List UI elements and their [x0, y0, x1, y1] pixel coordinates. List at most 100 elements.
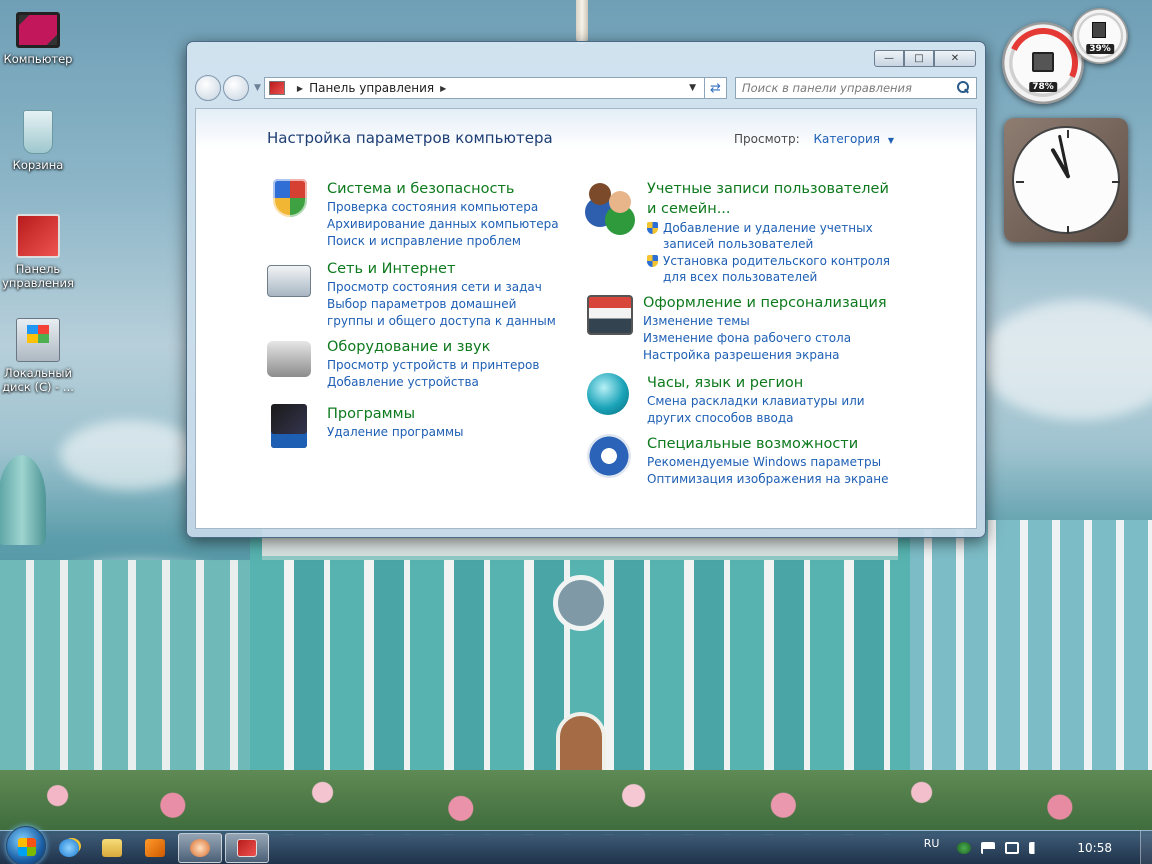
breadcrumb-arrow-icon[interactable]: ▶ [297, 84, 303, 93]
maximize-button[interactable]: □ [904, 50, 934, 67]
category-programs: Программы Удаление программы [267, 404, 464, 448]
cpu-percent: 78% [1029, 82, 1057, 92]
category-title-link[interactable]: Специальные возможности [647, 436, 858, 452]
clock-gadget[interactable] [1004, 118, 1128, 242]
wallpaper-flowers [0, 770, 1152, 834]
taskbar-internet-explorer[interactable] [49, 833, 89, 863]
clock-tick [1016, 181, 1024, 183]
network-icon[interactable] [1005, 842, 1020, 854]
task-link[interactable]: Поиск и исправление проблем [327, 233, 559, 250]
category-title-link[interactable]: Оборудование и звук [327, 339, 490, 355]
computer-icon [16, 12, 60, 48]
category-title-link[interactable]: Оформление и персонализация [643, 295, 887, 311]
show-desktop-button[interactable] [1140, 831, 1152, 864]
category-title-link[interactable]: Часы, язык и регион [647, 375, 803, 391]
clock-time[interactable]: 10:58 [1077, 841, 1112, 855]
category-user-accounts: Учетные записи пользователей и семейн...… [587, 179, 897, 285]
maximize-icon: □ [914, 53, 924, 64]
window-controls: — □ ✕ [874, 50, 976, 67]
recent-pages-chevron-icon[interactable]: ▼ [254, 83, 261, 93]
taskbar-explorer[interactable] [92, 833, 132, 863]
search-box[interactable] [735, 77, 977, 99]
category-clock-language-region: Часы, язык и регион Смена раскладки клав… [587, 373, 883, 427]
breadcrumb-control-panel[interactable]: Панель управления [309, 81, 434, 95]
security-shield-icon[interactable] [273, 179, 307, 217]
appearance-palette-icon[interactable] [587, 295, 633, 335]
globe-clock-icon[interactable] [587, 373, 629, 415]
language-indicator[interactable]: RU [924, 837, 940, 850]
task-link[interactable]: Удаление программы [327, 424, 464, 441]
task-link[interactable]: Выбор параметров домашней группы и общег… [327, 296, 563, 330]
search-icon[interactable] [956, 81, 970, 95]
task-link[interactable]: Оптимизация изображения на экране [647, 471, 888, 488]
control-panel-content: Настройка параметров компьютера Просмотр… [195, 108, 977, 529]
breadcrumb-arrow-icon[interactable]: ▶ [440, 84, 446, 93]
users-icon[interactable] [587, 179, 637, 225]
clock-tick [1067, 130, 1069, 138]
control-panel-icon [16, 214, 60, 258]
address-dropdown-chevron-icon[interactable]: ▼ [689, 83, 696, 93]
taskbar-control-panel[interactable] [225, 832, 269, 863]
clock-tick [1067, 226, 1069, 234]
view-selector: Просмотр: Категория ▼ [734, 132, 894, 146]
category-appearance: Оформление и персонализация Изменение те… [587, 293, 887, 364]
category-title-link[interactable]: Учетные записи пользователей и семейн... [647, 181, 889, 217]
action-center-flag-icon[interactable] [981, 842, 996, 854]
task-link[interactable]: Просмотр устройств и принтеров [327, 357, 539, 374]
category-ease-of-access: Специальные возможности Рекомендуемые Wi… [587, 434, 888, 488]
task-link-admin[interactable]: Установка родительского контроля для все… [647, 253, 897, 285]
desktop-icon-recycle-bin[interactable]: Корзина [0, 110, 78, 172]
task-link[interactable]: Изменение фона рабочего стола [643, 330, 887, 347]
task-link[interactable]: Изменение темы [643, 313, 887, 330]
accessibility-icon[interactable] [587, 434, 631, 478]
printer-icon[interactable] [267, 341, 311, 377]
navigation-toolbar: ▼ ▶ Панель управления ▶ ▼ ⇄ [195, 75, 977, 101]
desktop-icon-label: Корзина [12, 158, 64, 172]
memory-meter-gadget[interactable]: 39% [1072, 8, 1128, 64]
control-panel-window[interactable]: — □ ✕ ▼ ▶ Панель управления ▶ ▼ ⇄ Настро… [186, 41, 986, 538]
task-link[interactable]: Настройка разрешения экрана [643, 347, 887, 364]
view-category-dropdown[interactable]: Категория [813, 132, 880, 146]
task-link[interactable]: Просмотр состояния сети и задач [327, 279, 563, 296]
wallpaper-dome [0, 455, 46, 545]
desktop-icon-control-panel[interactable]: Панель управления [0, 214, 78, 290]
start-button[interactable] [6, 825, 46, 864]
chevron-down-icon[interactable]: ▼ [888, 136, 894, 145]
category-title-link[interactable]: Программы [327, 406, 415, 422]
category-network-internet: Сеть и Интернет Просмотр состояния сети … [267, 259, 563, 330]
wallpaper-round-window [553, 575, 609, 631]
category-hardware-sound: Оборудование и звук Просмотр устройств и… [267, 337, 539, 391]
task-link-admin[interactable]: Добавление и удаление учетных записей по… [647, 220, 897, 252]
task-link[interactable]: Архивирование данных компьютера [327, 216, 559, 233]
tower-spire [576, 0, 588, 44]
minimize-icon: — [884, 53, 894, 64]
network-icon[interactable] [267, 265, 311, 297]
task-link[interactable]: Рекомендуемые Windows параметры [647, 454, 888, 471]
security-check-icon[interactable] [957, 842, 972, 854]
desktop-icon-local-disk[interactable]: Локальный диск (C) - ... [0, 318, 78, 394]
forward-button[interactable] [223, 75, 249, 101]
taskbar-app[interactable] [178, 832, 222, 863]
back-button[interactable] [195, 75, 221, 101]
programs-box-icon[interactable] [271, 404, 307, 448]
analog-clock-icon [1012, 126, 1120, 234]
local-disk-icon [16, 318, 60, 362]
close-button[interactable]: ✕ [934, 50, 976, 67]
volume-icon[interactable] [1029, 842, 1044, 854]
task-link[interactable]: Добавление устройства [327, 374, 539, 391]
minimize-button[interactable]: — [874, 50, 904, 67]
task-link[interactable]: Смена раскладки клавиатуры или других сп… [647, 393, 883, 427]
task-link[interactable]: Проверка состояния компьютера [327, 199, 559, 216]
taskbar-media-player[interactable] [135, 833, 175, 863]
desktop-icon-label: Локальный диск (C) - ... [2, 366, 74, 394]
category-title-link[interactable]: Сеть и Интернет [327, 261, 455, 277]
control-panel-icon [237, 838, 257, 857]
address-bar[interactable]: ▶ Панель управления ▶ ▼ [263, 77, 705, 99]
view-label: Просмотр: [734, 132, 800, 146]
search-input[interactable] [742, 81, 956, 95]
cpu-chip-icon [1032, 52, 1054, 72]
refresh-button[interactable]: ⇄ [705, 77, 727, 99]
desktop-icon-computer[interactable]: Компьютер [0, 8, 78, 66]
category-title-link[interactable]: Система и безопасность [327, 181, 514, 197]
cloud [980, 300, 1152, 420]
